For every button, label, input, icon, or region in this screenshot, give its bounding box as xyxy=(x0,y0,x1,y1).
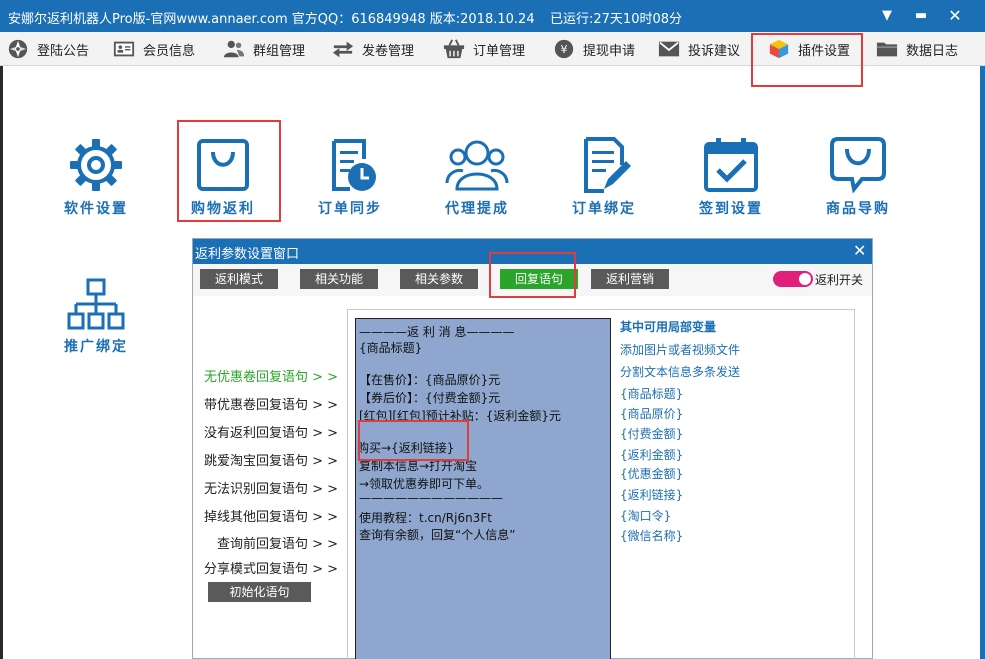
init-statements-button[interactable]: 初始化语句 xyxy=(208,582,311,602)
text-line: 【在售价】：{商品原价}元 xyxy=(359,373,501,387)
side-item-with-coupon-reply[interactable]: 带优惠卷回复语句 > > xyxy=(204,394,338,413)
side-item-offline-reply[interactable]: 掉线其他回复语句 > > xyxy=(204,506,338,525)
menu-item-label: 会员信息 xyxy=(143,43,196,59)
gear-icon xyxy=(70,139,122,191)
menu-item-login-notice[interactable]: 登陆公告 xyxy=(6,32,89,66)
plugin-checkin-settings[interactable]: 签到设置 xyxy=(681,135,781,220)
people-icon xyxy=(445,140,509,191)
svg-text:¥: ¥ xyxy=(561,43,568,56)
menu-item-group-management[interactable]: 群组管理 xyxy=(222,32,305,66)
menu-item-label: 提现申请 xyxy=(583,43,636,59)
variable-item[interactable]: {微信名称} xyxy=(620,527,683,544)
menu-item-label: 订单管理 xyxy=(473,43,526,59)
variable-add-media[interactable]: 添加图片或者视频文件 xyxy=(620,341,740,358)
runtime-status: 已运行:27天10时08分 xyxy=(550,12,683,27)
tab-rebate-mode[interactable]: 返利模式 xyxy=(200,269,278,289)
menu-item-member-info[interactable]: 会员信息 xyxy=(112,32,195,66)
document-pen-icon xyxy=(584,137,631,193)
text-line: 【券后价】：{付费金额}元 xyxy=(359,391,501,405)
text-line: →领取优惠券即可下单。 xyxy=(359,477,490,491)
envelope-icon xyxy=(658,41,680,57)
yen-coin-icon: ¥ xyxy=(554,39,574,59)
reply-text-area[interactable]: ————返 利 消 息———— {商品标题} 【在售价】：{商品原价}元 【券后… xyxy=(355,318,611,659)
variable-item[interactable]: {淘口令} xyxy=(620,507,671,524)
menu-item-label: 登陆公告 xyxy=(37,43,90,59)
group-icon xyxy=(223,40,245,58)
dropdown-menu-icon[interactable]: ▼ xyxy=(876,6,898,26)
tab-rebate-marketing[interactable]: 返利营销 xyxy=(591,269,669,289)
close-icon[interactable]: ✕ xyxy=(944,6,966,26)
folder-icon xyxy=(876,42,898,57)
window-title: 安娜尔返利机器人Pro版-官网www.annaer.com 官方QQ：61684… xyxy=(8,12,535,27)
menu-item-label: 发卷管理 xyxy=(362,43,415,59)
side-item-unrecognized-reply[interactable]: 无法识别回复语句 > > xyxy=(204,478,338,497)
calendar-check-icon xyxy=(704,138,758,192)
menu-item-data-log[interactable]: 数据日志 xyxy=(875,32,958,66)
text-line: {商品标题} xyxy=(359,341,423,355)
highlight-rebate-link xyxy=(358,420,469,461)
rebate-switch-toggle[interactable] xyxy=(773,271,813,287)
dialog-close-icon[interactable]: ✕ xyxy=(853,241,866,260)
menu-item-order-management[interactable]: 订单管理 xyxy=(442,32,525,66)
window-right-edge xyxy=(980,66,985,659)
id-card-icon xyxy=(113,41,135,57)
variables-heading: 其中可用局部变量 xyxy=(620,320,717,334)
variable-item[interactable]: {付费金额} xyxy=(620,425,683,442)
plugin-label: 订单同步 xyxy=(318,201,382,217)
chat-smile-icon xyxy=(830,137,886,194)
text-line: ———————————— xyxy=(359,491,503,505)
plugin-product-guide[interactable]: 商品导购 xyxy=(808,135,908,220)
side-item-taobao-redirect-reply[interactable]: 跳爱淘宝回复语句 > > xyxy=(204,450,338,469)
document-clock-icon xyxy=(332,139,376,191)
plugin-label: 软件设置 xyxy=(64,201,128,217)
compass-icon xyxy=(8,39,28,59)
text-line: ————返 利 消 息———— xyxy=(359,325,515,339)
rebate-switch-label: 返利开关 xyxy=(815,273,864,287)
menu-item-complaint[interactable]: 投诉建议 xyxy=(657,32,740,66)
plugin-promotion-binding[interactable]: 推广绑定 xyxy=(46,278,146,358)
variable-split-message[interactable]: 分割文本信息多条发送 xyxy=(620,363,740,380)
highlight-reply-tab xyxy=(489,252,576,298)
dialog-title: 返利参数设置窗口 xyxy=(195,247,300,262)
plugin-label: 推广绑定 xyxy=(64,339,128,355)
menu-item-withdraw-request[interactable]: ¥ 提现申请 xyxy=(552,32,635,66)
hierarchy-icon xyxy=(67,278,125,330)
rebate-settings-dialog: 返利参数设置窗口 ✕ 返利模式 相关功能 相关参数 回复语句 返利营销 返利开关… xyxy=(192,238,873,659)
plugin-software-settings[interactable]: 软件设置 xyxy=(46,135,146,220)
highlight-plugin-settings xyxy=(751,33,863,87)
plugin-agent-commission[interactable]: 代理提成 xyxy=(427,135,527,220)
plugin-label: 代理提成 xyxy=(445,201,509,217)
variable-item[interactable]: {商品原价} xyxy=(620,405,683,422)
side-item-no-rebate-reply[interactable]: 没有返利回复语句 > > xyxy=(204,422,338,441)
swap-arrows-icon xyxy=(332,41,354,58)
title-bar: 安娜尔返利机器人Pro版-官网www.annaer.com 官方QQ：61684… xyxy=(0,0,985,32)
minimize-icon[interactable]: ▬ xyxy=(910,6,932,26)
text-line: 查询有余额，回复“个人信息” xyxy=(359,528,516,542)
menu-item-label: 投诉建议 xyxy=(688,43,741,59)
plugin-order-binding[interactable]: 订单绑定 xyxy=(554,135,654,220)
menu-item-label: 数据日志 xyxy=(906,43,959,59)
variable-item[interactable]: {优惠金额} xyxy=(620,465,683,482)
variable-item[interactable]: {返利金额} xyxy=(620,446,683,463)
highlight-shopping-rebate xyxy=(177,120,281,222)
side-item-share-mode-reply[interactable]: 分享模式回复语句 > > xyxy=(204,558,338,577)
window-left-edge xyxy=(0,66,3,659)
variable-item[interactable]: {商品标题} xyxy=(620,385,683,402)
variable-item[interactable]: {返利链接} xyxy=(620,486,683,503)
plugin-label: 商品导购 xyxy=(826,201,890,217)
plugin-label: 签到设置 xyxy=(699,201,763,217)
plugin-label: 订单绑定 xyxy=(572,201,636,217)
side-item-no-coupon-reply[interactable]: 无优惠卷回复语句 > > xyxy=(204,366,338,385)
menu-item-label: 群组管理 xyxy=(253,43,306,59)
text-line: 使用教程：t.cn/Rj6n3Ft xyxy=(359,511,492,525)
plugin-order-sync[interactable]: 订单同步 xyxy=(300,135,400,220)
menu-item-coupon-management[interactable]: 发卷管理 xyxy=(331,32,414,66)
tab-related-functions[interactable]: 相关功能 xyxy=(300,269,378,289)
side-item-pre-query-reply[interactable]: 查询前回复语句 > > xyxy=(217,533,338,552)
tab-related-params[interactable]: 相关参数 xyxy=(400,269,478,289)
toggle-knob xyxy=(799,273,811,285)
basket-icon xyxy=(443,39,465,59)
